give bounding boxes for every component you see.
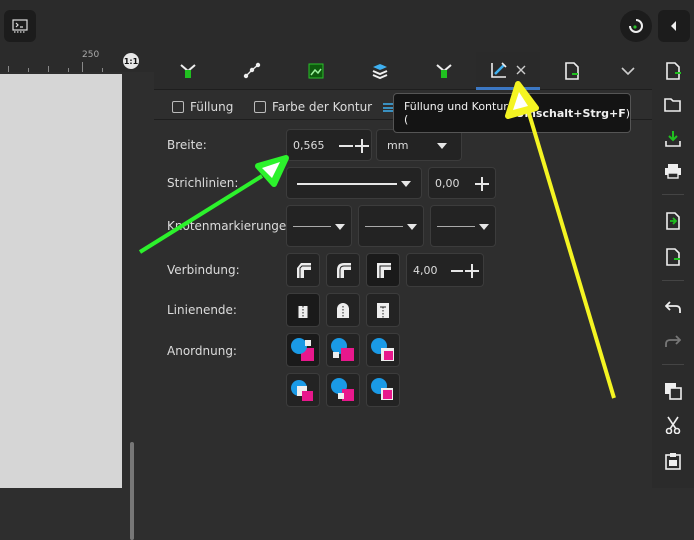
annotation-arrows [138, 81, 616, 399]
yellow-arrow-annotation [505, 81, 616, 399]
green-arrow-annotation [138, 155, 289, 254]
